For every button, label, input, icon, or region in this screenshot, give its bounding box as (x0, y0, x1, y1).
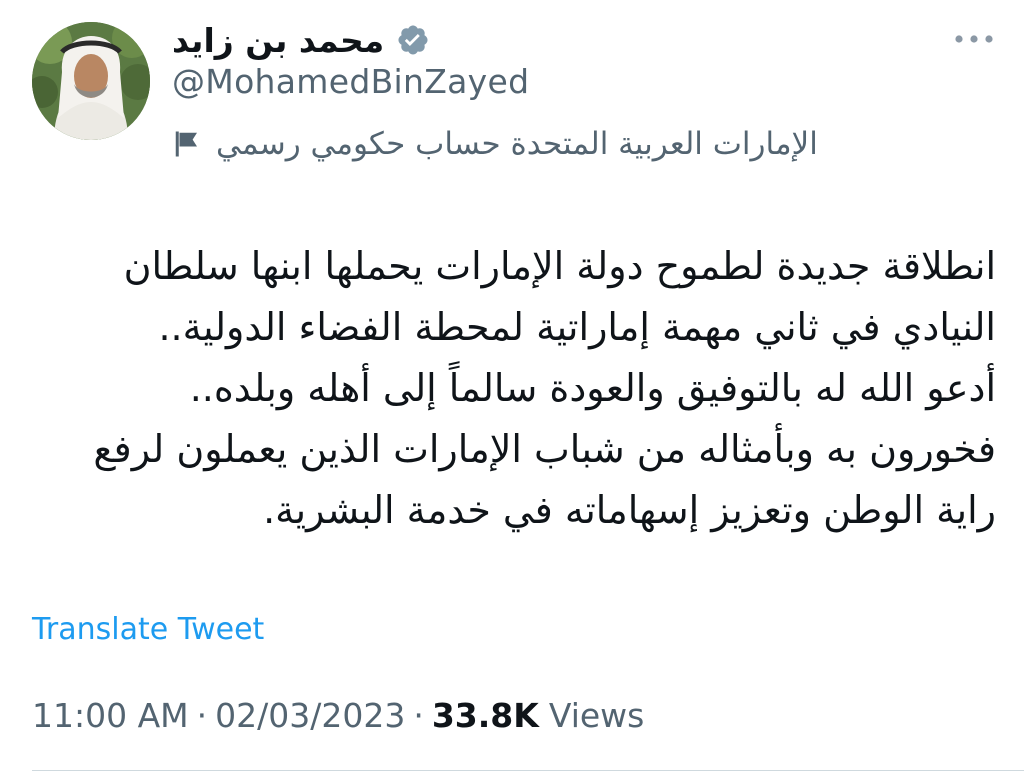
tweet-time[interactable]: 11:00 AM (32, 696, 189, 735)
tweet-text-line: انطلاقة جديدة لطموح دولة الإمارات يحملها… (123, 244, 996, 288)
tweet-date[interactable]: 02/03/2023 (215, 696, 405, 735)
meta-separator: · (196, 695, 208, 735)
tweet-text-line: فخورون به وبأمثاله من شباب الإمارات الذي… (93, 427, 996, 471)
tweet-meta: 11:00 AM · 02/03/2023 · 33.8K Views (32, 690, 644, 740)
divider (32, 770, 1024, 771)
tweet-text-line: النيادي في ثاني مهمة إماراتية لمحطة الفض… (158, 305, 996, 349)
government-account-label: الإمارات العربية المتحدة حساب حكومي رسمي (216, 126, 818, 162)
account-label[interactable]: الإمارات العربية المتحدة حساب حكومي رسمي (172, 118, 818, 170)
tweet-text: انطلاقة جديدة لطموح دولة الإمارات يحملها… (30, 236, 996, 541)
author-handle[interactable]: @MohamedBinZayed (172, 62, 529, 101)
translate-tweet-link[interactable]: Translate Tweet (32, 612, 264, 647)
flag-icon (172, 129, 202, 159)
avatar[interactable] (32, 22, 150, 140)
meta-separator: · (413, 695, 424, 735)
more-options-button[interactable] (952, 24, 996, 54)
tweet-text-line: راية الوطن وتعزيز إسهاماته في خدمة البشر… (263, 488, 996, 532)
profile-photo (32, 22, 150, 140)
views-label: Views (548, 695, 645, 735)
more-options-icon (955, 35, 993, 43)
verified-badge-icon (396, 23, 430, 57)
tweet-text-line: أدعو الله له بالتوفيق والعودة سالماً إلى… (189, 366, 996, 410)
views-count: 33.8K (431, 695, 539, 735)
display-name[interactable]: محمد بن زايد (172, 21, 384, 60)
tweet-card: محمد بن زايد @MohamedBinZayed الإمارات ا… (0, 0, 1024, 783)
author-name-row[interactable]: محمد بن زايد (172, 14, 430, 66)
